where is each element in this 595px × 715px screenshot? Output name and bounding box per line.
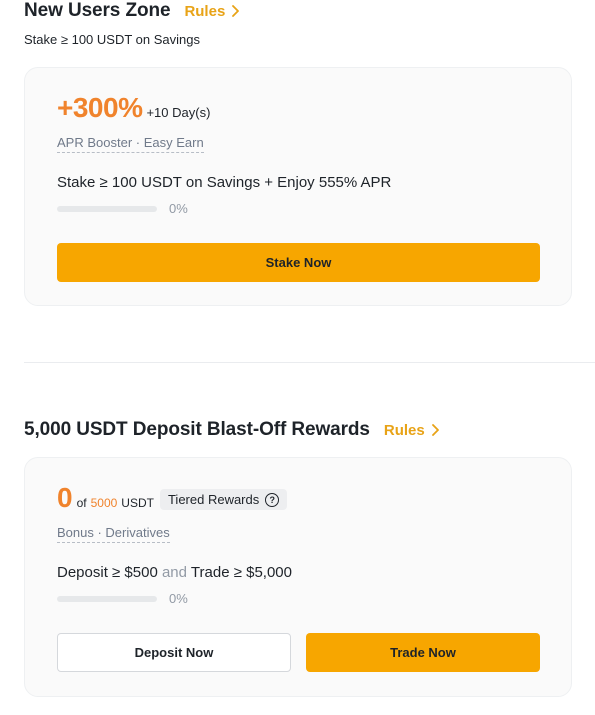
- section-divider: [24, 362, 595, 363]
- new-users-header: New Users Zone Rules: [24, 0, 240, 22]
- new-users-card: +300% +10 Day(s) APR Booster · Easy Earn…: [24, 67, 572, 306]
- progress-bar: [57, 205, 157, 212]
- and-connector: and: [161, 564, 187, 581]
- tiered-rewards-label: Tiered Rewards: [167, 492, 260, 507]
- boost-headline: +300% +10 Day(s): [57, 92, 210, 124]
- deposit-condition: Deposit ≥ $500: [57, 564, 158, 581]
- rules-label: Rules: [184, 2, 226, 20]
- rules-label: Rules: [383, 421, 425, 439]
- tiered-rewards-badge[interactable]: Tiered Rewards ?: [159, 489, 288, 510]
- chevron-right-icon: [431, 424, 439, 436]
- reward-unit: USDT: [121, 496, 154, 510]
- progress-percent: 0%: [169, 591, 188, 606]
- stake-task: Stake ≥ 100 USDT on Savings + Enjoy 555%…: [57, 174, 392, 191]
- chevron-right-icon: [232, 5, 240, 17]
- new-users-subtitle: Stake ≥ 100 USDT on Savings: [24, 32, 200, 47]
- stake-now-button[interactable]: Stake Now: [57, 243, 540, 282]
- deposit-progress: 0%: [57, 591, 188, 606]
- new-users-title: New Users Zone: [24, 0, 171, 21]
- trade-condition: Trade ≥ $5,000: [190, 564, 292, 581]
- reward-current: 0: [57, 482, 73, 513]
- boost-suffix: +10 Day(s): [146, 105, 211, 120]
- boost-value: +300%: [57, 92, 143, 123]
- stake-progress: 0%: [57, 201, 188, 216]
- trade-now-button[interactable]: Trade Now: [306, 633, 540, 672]
- reward-target: 5000: [90, 496, 118, 510]
- bonus-derivatives-tag[interactable]: Bonus · Derivatives: [57, 525, 170, 543]
- apr-booster-tag[interactable]: APR Booster · Easy Earn: [57, 135, 204, 153]
- help-icon[interactable]: ?: [265, 492, 280, 507]
- new-users-rules-link[interactable]: Rules: [184, 2, 240, 20]
- reward-headline: 0 of 5000 USDT Tiered Rewards ?: [57, 482, 288, 514]
- deposit-rewards-card: 0 of 5000 USDT Tiered Rewards ? Bonus · …: [24, 457, 572, 697]
- deposit-rewards-rules-link[interactable]: Rules: [384, 422, 439, 439]
- deposit-rewards-title: 5,000 USDT Deposit Blast-Off Rewards: [24, 419, 370, 440]
- progress-percent: 0%: [169, 201, 188, 216]
- deposit-trade-task: Deposit ≥ $500 and Trade ≥ $5,000: [57, 564, 292, 581]
- reward-of: of: [76, 496, 87, 510]
- progress-bar: [57, 595, 157, 602]
- deposit-now-button[interactable]: Deposit Now: [57, 633, 291, 672]
- deposit-rewards-header: 5,000 USDT Deposit Blast-Off Rewards Rul…: [24, 419, 439, 441]
